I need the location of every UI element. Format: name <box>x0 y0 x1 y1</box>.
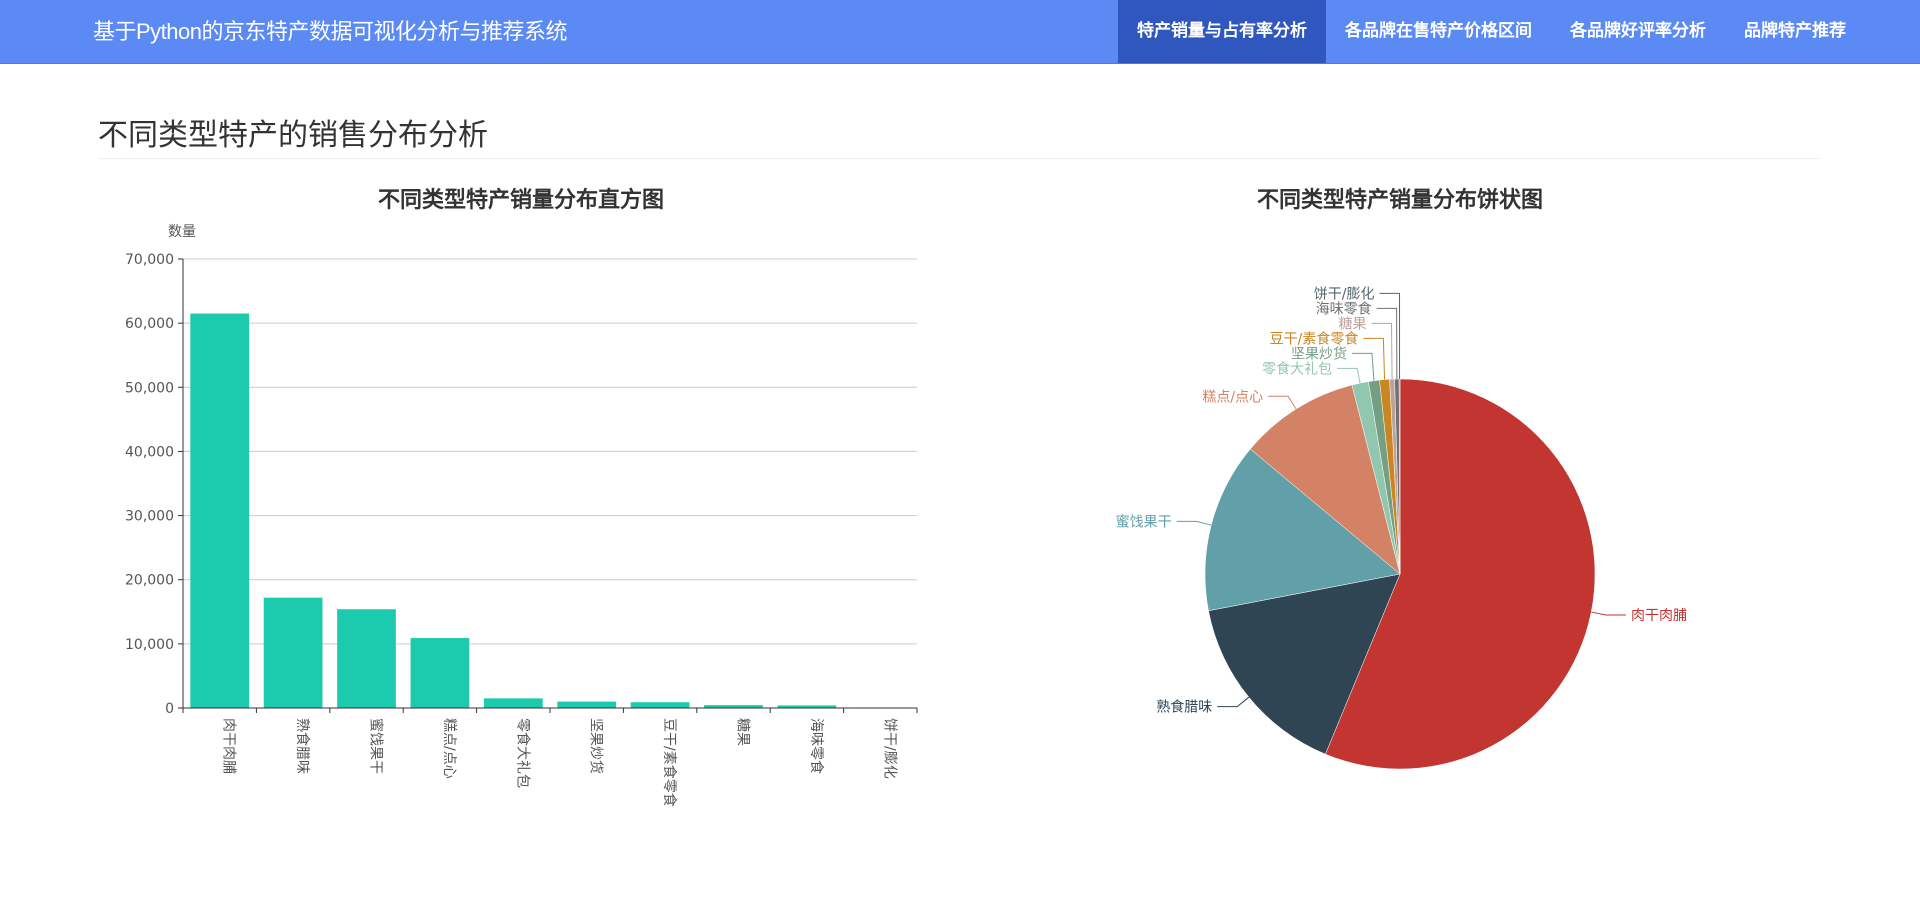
pie-chart-title: 不同类型特产销量分布饼状图 <box>1257 187 1543 213</box>
bar-x-tick-label: 蜜饯果干 <box>368 718 384 774</box>
bar-x-tick-label: 海味零食 <box>808 718 825 774</box>
bar-x-tick-label: 坚果炒货 <box>588 718 605 774</box>
pie-label-line <box>1376 307 1398 380</box>
bar-x-tick-label: 糕点/点心 <box>441 718 457 779</box>
bar-x-tick-label: 糖果 <box>735 718 751 746</box>
pie-label-line <box>1176 520 1212 526</box>
bar-y-tick-label: 50,000 <box>125 380 174 396</box>
pie-label-line <box>1351 352 1375 381</box>
bar-chart-x-ticks: 肉干肉脯 熟食腊味 蜜饯果干 糕点/点心 零食大礼包 坚果炒货 豆干/素食零食 糖果 海味零食 饼… <box>182 707 918 807</box>
bar-chart-y-ticks: 0 10,000 20,000 30,000 40,000 50,000 60,000 70,… <box>125 252 184 717</box>
bar-y-tick-label: 30,000 <box>125 509 174 525</box>
pie-chart: 不同类型特产销量分布饼状图 肉干肉脯熟食腊味 蜜饯果干 糕点/点心 零食大礼包坚果炒货… <box>1116 187 1687 770</box>
bar-x-tick-label: 肉干肉脯 <box>221 718 237 774</box>
bar-chart: 不同类型特产销量分布直方图 数量 0 10,000 20,000 30,000 40,0… <box>125 187 918 807</box>
bar-1 <box>190 313 250 708</box>
bar-x-tick-label: 熟食腊味 <box>294 718 311 774</box>
charts-canvas: 不同类型特产销量分布直方图 数量 0 10,000 20,000 30,000 40,0… <box>125 187 1687 807</box>
bar-5 <box>483 698 543 708</box>
bar-y-tick-label: 60,000 <box>125 316 174 332</box>
pie-label-line <box>1268 395 1297 410</box>
pie-label-line <box>1363 337 1386 380</box>
bar-chart-ylabel: 数量 <box>168 224 196 240</box>
pie-label: 坚果炒货 <box>1291 345 1347 362</box>
pie-label: 熟食腊味 <box>1156 699 1212 716</box>
pie-label: 饼干/膨化 <box>1314 285 1375 302</box>
bar-chart-grid <box>183 258 917 645</box>
bar-y-tick-label: 40,000 <box>125 444 174 460</box>
bar-y-tick-label: 20,000 <box>125 573 174 589</box>
bar-chart-title: 不同类型特产销量分布直方图 <box>378 187 664 213</box>
bar-x-tick-label: 零食大礼包 <box>514 718 531 788</box>
pie-label: 海味零食 <box>1316 300 1372 317</box>
bar-3 <box>337 609 396 708</box>
bar-2 <box>263 597 323 708</box>
pie-label-line <box>1371 322 1393 380</box>
bar-x-tick-label: 豆干/素食零食 <box>661 718 678 807</box>
pie-chart-slices <box>1204 378 1596 770</box>
pie-label: 糕点/点心 <box>1202 389 1263 405</box>
pie-label: 零食大礼包 <box>1262 360 1332 377</box>
pie-label: 豆干/素食零食 <box>1270 330 1359 347</box>
bar-4 <box>410 638 470 708</box>
pie-label: 蜜饯果干 <box>1116 514 1172 530</box>
bar-chart-bars <box>190 313 910 708</box>
pie-label: 肉干肉脯 <box>1631 608 1687 624</box>
bar-x-tick-label: 饼干/膨化 <box>881 718 898 779</box>
bar-y-tick-label: 0 <box>165 701 174 717</box>
pie-label: 糖果 <box>1338 316 1366 332</box>
pie-label-line <box>1337 367 1361 384</box>
bar-6 <box>557 701 617 708</box>
bar-7 <box>630 702 690 708</box>
pie-label-line <box>1217 696 1250 708</box>
pie-label-line <box>1591 611 1626 616</box>
bar-y-tick-label: 70,000 <box>125 252 174 268</box>
bar-y-tick-label: 10,000 <box>125 637 174 653</box>
